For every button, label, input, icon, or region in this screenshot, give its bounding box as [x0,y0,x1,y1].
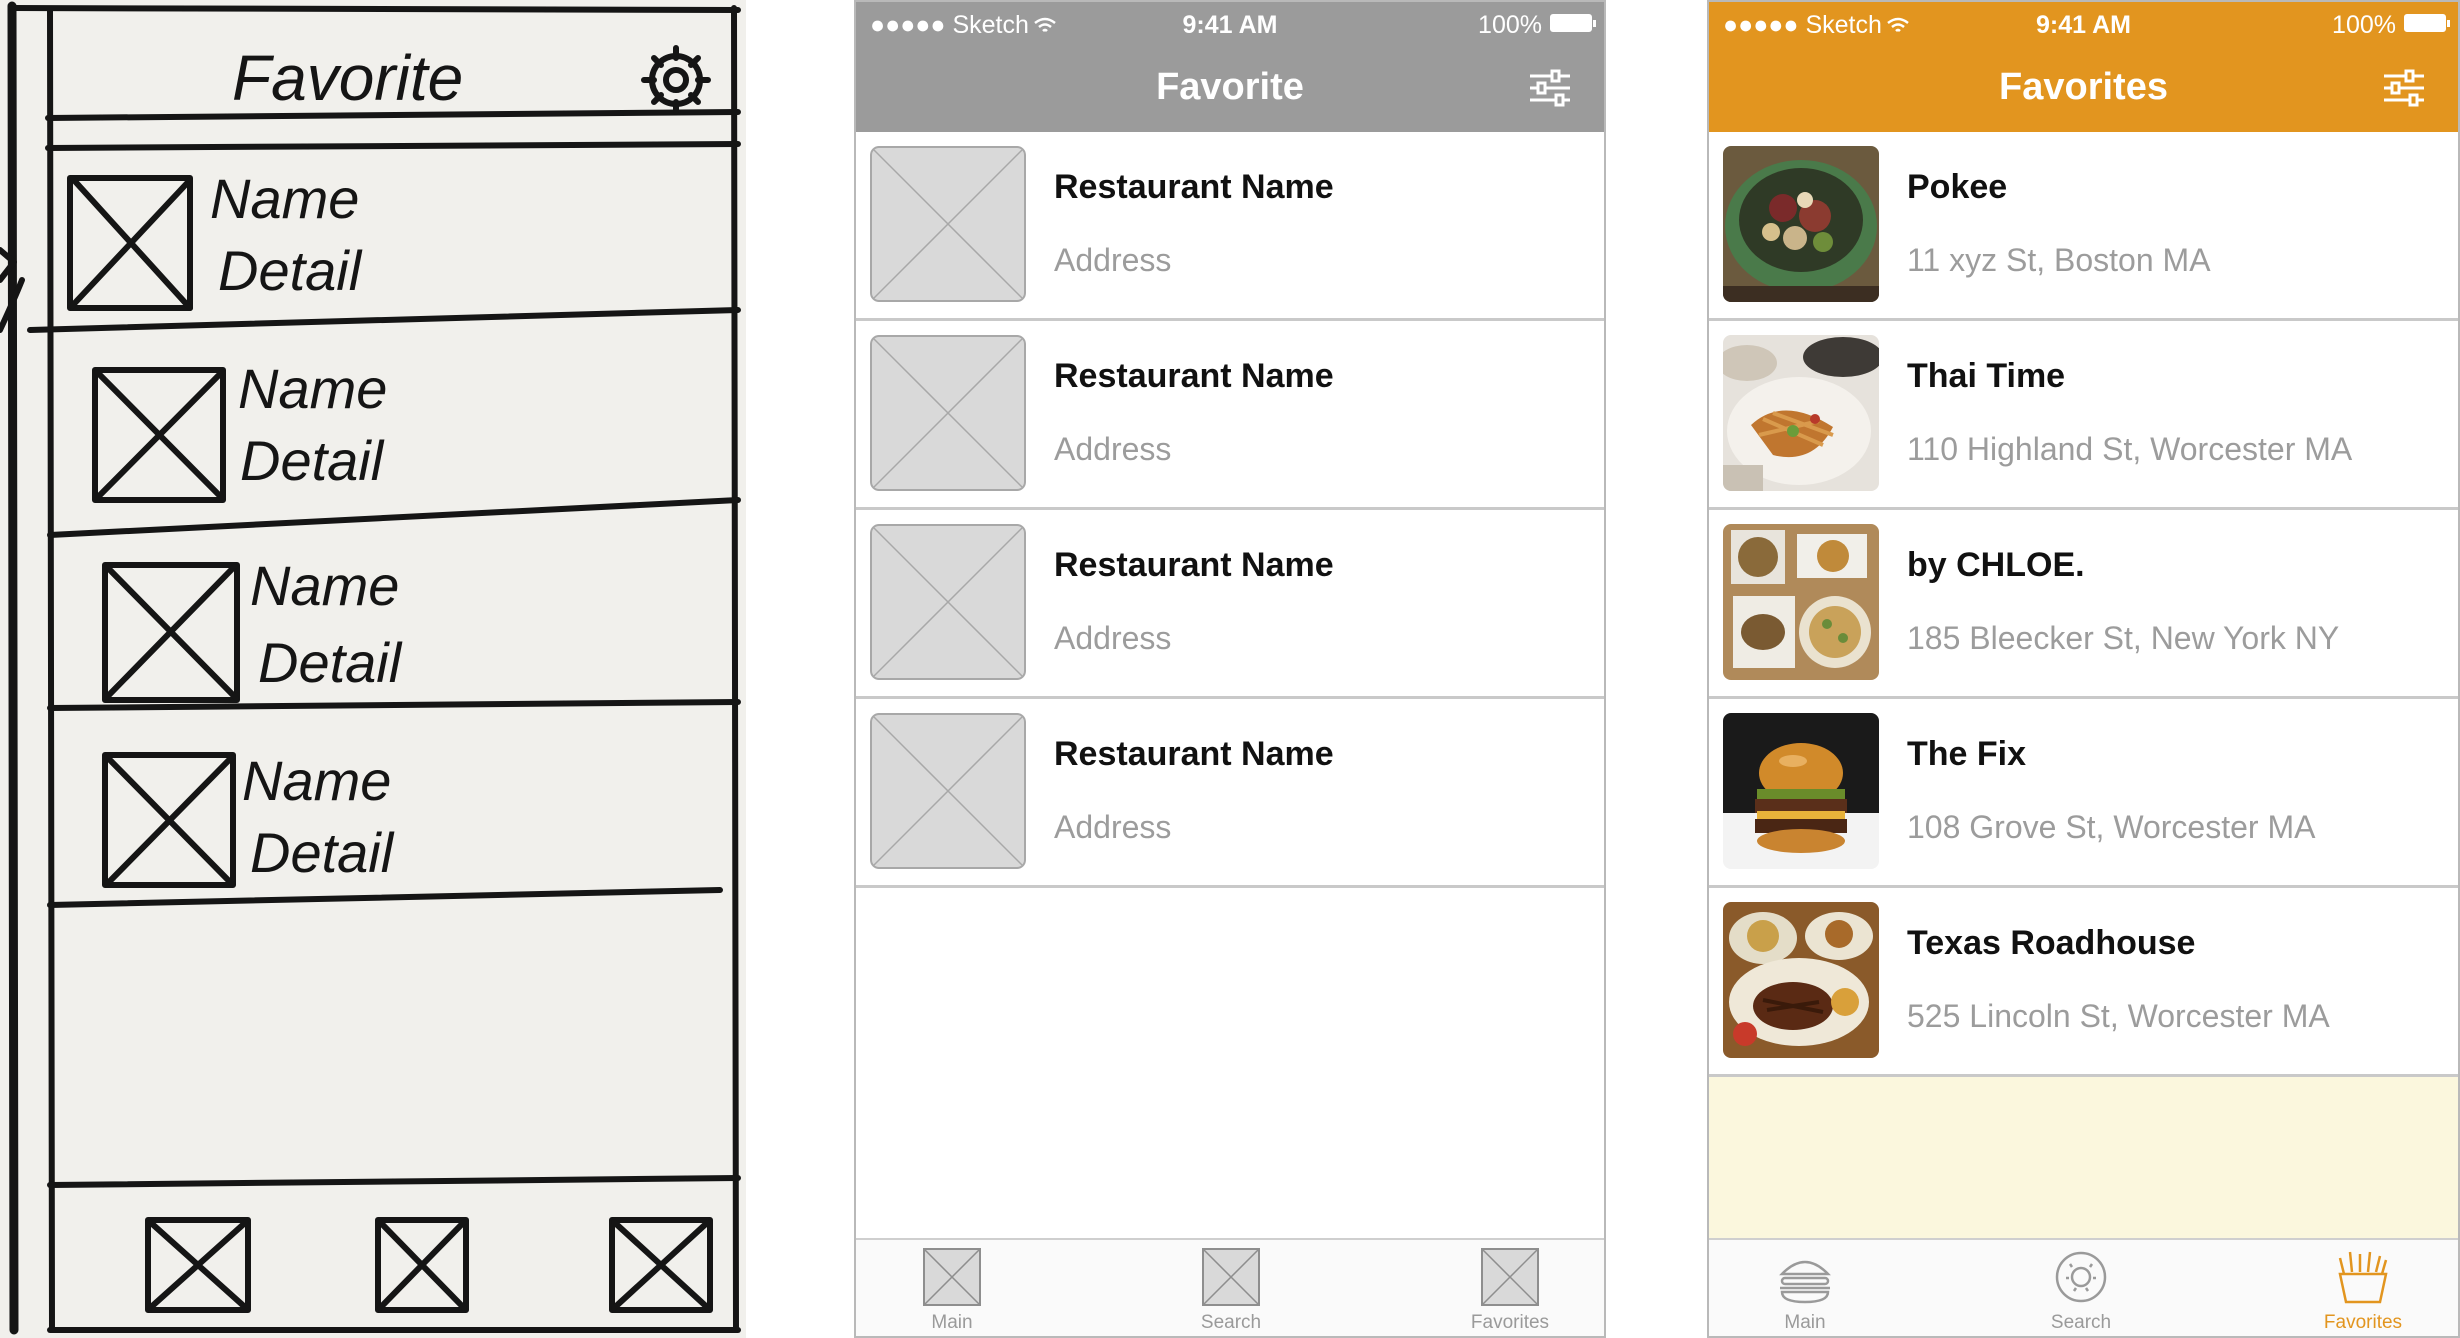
tab-search-label: Search [1200,1312,1262,1333]
restaurant-name: Pokee [1907,168,2008,206]
list-item[interactable]: Restaurant Name Address [856,510,1604,699]
battery-icon [2404,14,2450,32]
tab-favorites-label: Favorites [1470,1312,1550,1333]
image-placeholder-icon [870,524,1026,680]
restaurant-name: The Fix [1907,735,2027,773]
empty-area [1709,1077,2458,1240]
sketch-row-3-detail: Detail [258,631,403,694]
sketch-thumb-4 [102,752,236,888]
page-title: Favorite [1156,66,1304,108]
restaurant-address: Address [1054,620,1172,656]
sketch-row-4-detail: Detail [250,821,395,884]
sketch-drawing: Favorite Name Detail Name Detail Name De… [0,1,741,1335]
status-battery-label: 100% [1478,11,1542,39]
restaurant-name: Restaurant Name [1054,546,1334,584]
status-battery-label: 100% [2332,11,2396,39]
restaurant-address: 108 Grove St, Worcester MA [1907,809,2316,845]
sketch-row-1-name: Name [210,167,359,230]
tab-main[interactable]: Main [1735,1240,1875,1336]
status-bar: ●●●●● Sketch 9:41 AM 100% [856,2,1604,46]
sketch-row-2-name: Name [238,357,387,420]
final-phone: ●●●●● Sketch 9:41 AM 100% Favorites Poke… [1707,0,2460,1338]
list-item[interactable]: Restaurant Name Address [856,132,1604,321]
tab-bar: Main Search Favorites [1709,1238,2458,1336]
sketch-row-2-detail: Detail [240,429,385,492]
battery-icon [1550,14,1596,32]
list-item[interactable]: Restaurant Name Address [856,699,1604,888]
donut-icon [2055,1251,2107,1303]
sketch-tab-1 [145,1217,251,1313]
restaurant-address: Address [1054,242,1172,278]
list-item[interactable]: The Fix 108 Grove St, Worcester MA [1709,699,2458,888]
restaurant-address: 185 Bleecker St, New York NY [1907,620,2340,656]
image-placeholder-icon [870,146,1026,302]
tab-favorites[interactable]: Favorites [2293,1240,2433,1336]
sliders-icon[interactable] [2382,68,2426,108]
image-placeholder-icon [870,713,1026,869]
tab-bar: Main Search Favorites [856,1238,1604,1336]
nav-bar: Favorite [856,46,1604,132]
sketch-tab-3 [609,1217,713,1313]
sketch-row-3-name: Name [250,554,399,617]
restaurant-name: Restaurant Name [1054,735,1334,773]
placeholder-icon [923,1248,981,1306]
list-item[interactable]: Texas Roadhouse 525 Lincoln St, Worceste… [1709,888,2458,1077]
favorites-list: Pokee 11 xyz St, Boston MA Thai Time 110… [1709,132,2458,1077]
sketch-title: Favorite [232,42,463,114]
burger-icon [1779,1260,1831,1304]
restaurant-name: Restaurant Name [1054,357,1334,395]
tab-favorites-label: Favorites [2323,1312,2403,1333]
tab-main-label: Main [1784,1312,1826,1333]
image-placeholder-icon [870,335,1026,491]
restaurant-name: Thai Time [1907,357,2066,395]
tab-search[interactable]: Search [2011,1240,2151,1336]
burger-photo [1723,713,1879,869]
list-item[interactable]: Pokee 11 xyz St, Boston MA [1709,132,2458,321]
placeholder-icon [1202,1248,1260,1306]
restaurant-name: by CHLOE. [1907,546,2085,584]
favorites-list: Restaurant Name Address Restaurant Name … [856,132,1604,888]
sketch-thumb-3 [102,562,240,703]
burger-spread-photo [1723,524,1879,680]
sketch-thumb-1 [67,175,193,311]
thai-noodles-photo [1723,335,1879,491]
list-item[interactable]: Restaurant Name Address [856,321,1604,510]
nav-bar: Favorites [1709,46,2458,132]
restaurant-address: 110 Highland St, Worcester MA [1907,431,2353,467]
tab-main-label: Main [931,1312,973,1333]
restaurant-address: Address [1054,431,1172,467]
tab-search-label: Search [2050,1312,2112,1333]
restaurant-address: 11 xyz St, Boston MA [1907,242,2211,278]
list-item[interactable]: Thai Time 110 Highland St, Worcester MA [1709,321,2458,510]
placeholder-icon [1481,1248,1539,1306]
status-bar: ●●●●● Sketch 9:41 AM 100% [1709,2,2458,46]
steak-platter-photo [1723,902,1879,1058]
sketch-row-4-name: Name [242,749,391,812]
sliders-icon[interactable] [1528,68,1572,108]
sketch-row-1-detail: Detail [218,239,363,302]
poke-bowl-photo [1723,146,1879,302]
page-title: Favorites [1999,66,2168,108]
sketch-tab-2 [375,1217,469,1313]
gear-icon [641,45,711,115]
fries-icon [2338,1251,2388,1304]
tab-main[interactable]: Main [882,1240,1022,1336]
restaurant-address: 525 Lincoln St, Worcester MA [1907,998,2330,1034]
restaurant-name: Restaurant Name [1054,168,1334,206]
sketch-panel: Favorite Name Detail Name Detail Name De… [0,0,746,1338]
restaurant-address: Address [1054,809,1172,845]
restaurant-name: Texas Roadhouse [1907,924,2196,962]
sketch-thumb-2 [92,367,226,503]
wireframe-phone: ●●●●● Sketch 9:41 AM 100% Favorite Resta… [854,0,1606,1338]
list-item[interactable]: by CHLOE. 185 Bleecker St, New York NY [1709,510,2458,699]
tab-favorites[interactable]: Favorites [1440,1240,1580,1336]
tab-search[interactable]: Search [1161,1240,1301,1336]
